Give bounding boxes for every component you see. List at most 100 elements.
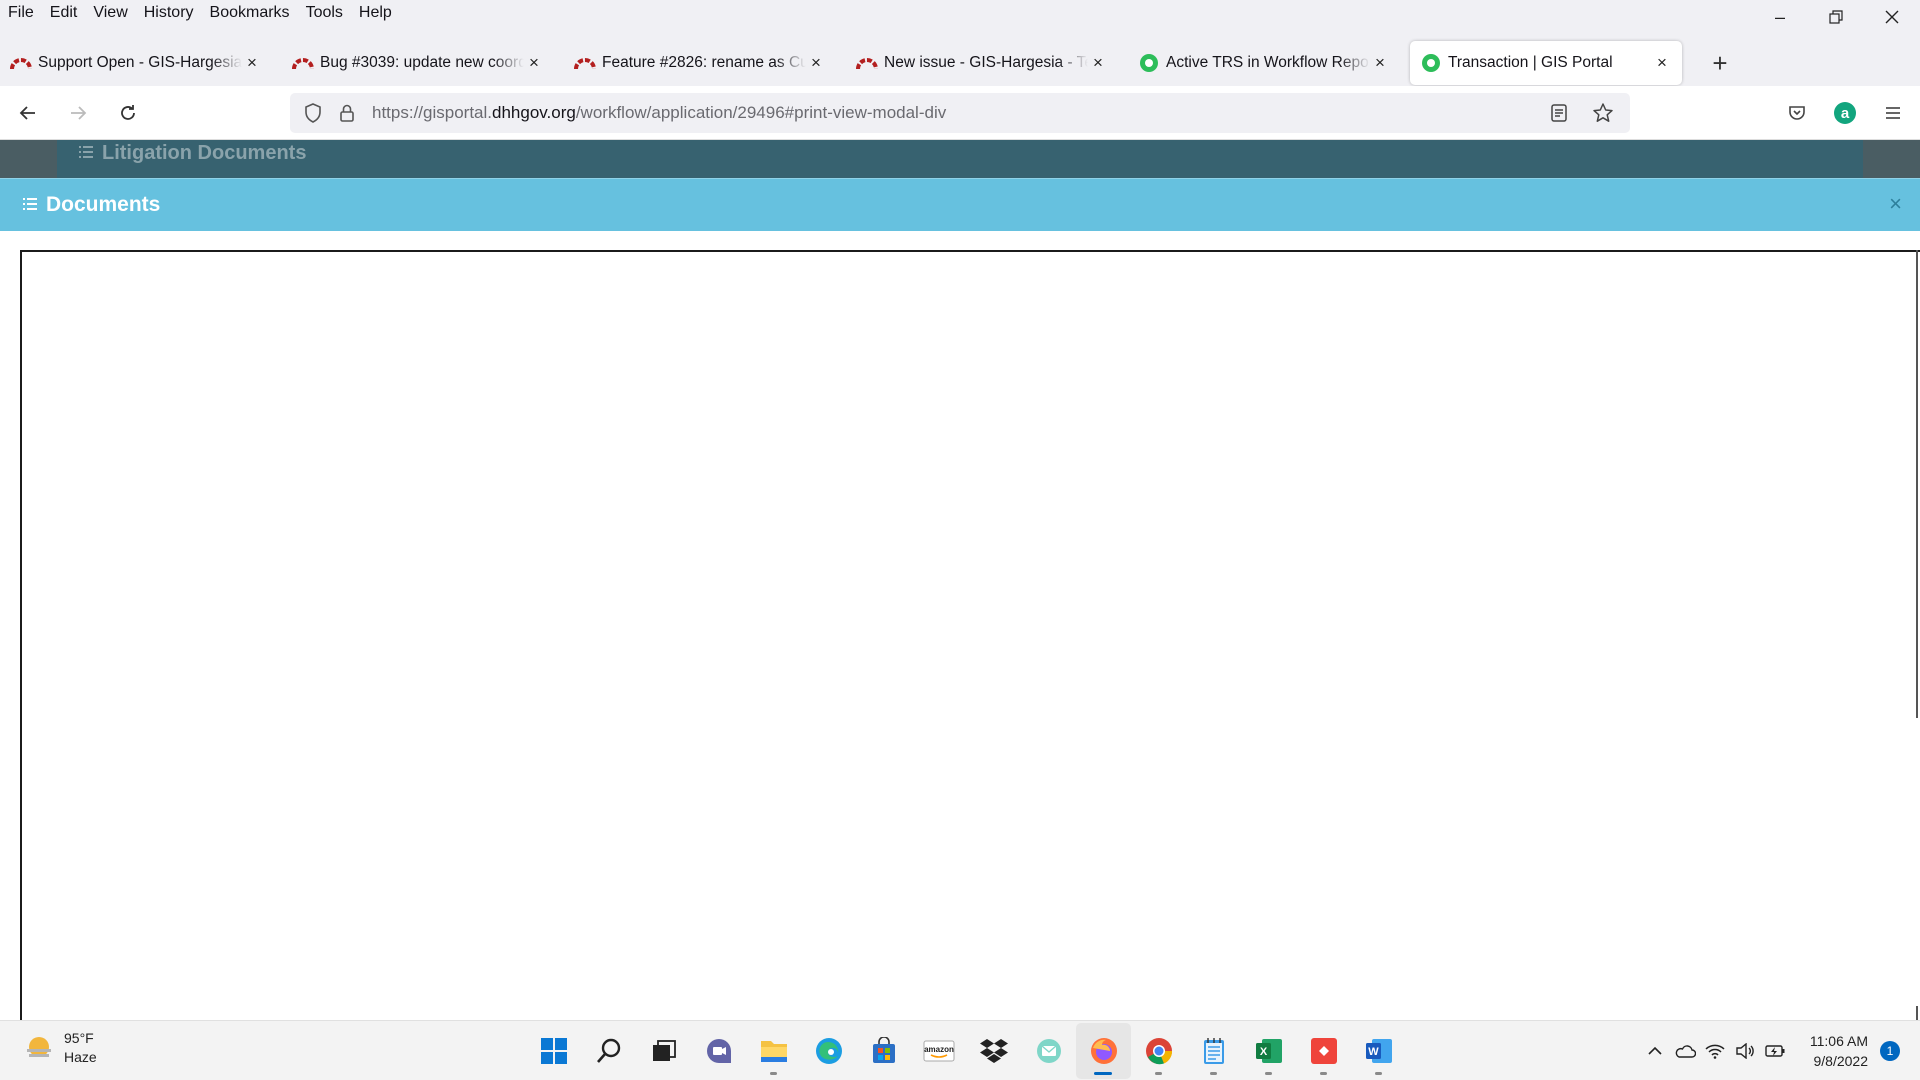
backdrop-gutter-left [0,140,57,178]
gis-portal-icon [1420,52,1442,74]
back-arrow-icon[interactable] [6,93,50,133]
haze-weather-icon [24,1033,54,1063]
scrollbar-track-lower[interactable] [1916,1006,1918,1020]
close-tab-icon[interactable]: × [242,53,262,73]
notepad-icon[interactable] [1186,1023,1241,1079]
volume-icon[interactable] [1730,1043,1760,1059]
list-icon [22,193,38,217]
battery-charging-icon[interactable] [1760,1044,1790,1058]
close-tab-icon[interactable]: × [806,53,826,73]
edge-browser-icon[interactable] [801,1023,856,1079]
task-view-icon[interactable] [636,1023,691,1079]
tab-strip: Support Open - GIS-Hargesia - Team × Bug… [0,40,1920,86]
page-content: Litigation Documents Documents × [0,140,1920,1020]
search-icon[interactable] [581,1023,636,1079]
window-controls: – [1752,0,1920,34]
close-modal-icon[interactable]: × [1889,191,1902,217]
tab-title: New issue - GIS-Hargesia - Team [884,54,1088,71]
lock-icon[interactable] [330,104,364,122]
litigation-documents-heading: Litigation Documents [78,142,306,165]
document-viewer-frame[interactable] [20,250,1920,1020]
tab-title: Feature #2826: rename as Custom [602,54,806,71]
redmine-icon [10,52,32,74]
redmine-icon [856,52,878,74]
weather-widget[interactable]: 95°F Haze [24,1029,97,1067]
menu-help[interactable]: Help [351,4,400,22]
scrollbar-track-upper[interactable] [1916,250,1918,718]
vertical-scrollbar[interactable] [1914,250,1918,1020]
hamburger-menu-icon[interactable] [1876,96,1910,130]
pocket-icon[interactable] [1780,96,1814,130]
onedrive-cloud-icon[interactable] [1670,1044,1700,1058]
forward-arrow-icon[interactable] [56,93,100,133]
documents-modal-body [0,231,1920,1020]
clock-time: 11:06 AM [1809,1033,1868,1049]
file-explorer-icon[interactable] [746,1023,801,1079]
close-tab-icon[interactable]: × [1652,53,1672,73]
word-icon[interactable]: W [1351,1023,1406,1079]
tab-title: Bug #3039: update new coordinates [320,54,524,71]
menu-file[interactable]: File [0,4,42,22]
backdrop-panel [57,140,1863,178]
minimize-icon[interactable]: – [1752,0,1808,34]
taskbar: 95°F Haze amazon X W 11:06 AM 9/8/2022 1 [0,1020,1920,1080]
redmine-icon [574,52,596,74]
backdrop-gutter-right [1863,140,1920,178]
svg-text:amazon: amazon [924,1045,954,1054]
amazon-icon[interactable]: amazon [911,1023,966,1079]
dropbox-icon[interactable] [966,1023,1021,1079]
notification-badge[interactable]: 1 [1880,1041,1900,1061]
url-domain: dhhgov.org [492,103,576,122]
restore-icon[interactable] [1808,0,1864,34]
tab-feature-2826[interactable]: Feature #2826: rename as Custom × [564,40,836,86]
modal-title: Documents [22,193,160,217]
anydesk-icon[interactable] [1296,1023,1351,1079]
menu-bookmarks[interactable]: Bookmarks [202,4,298,22]
close-tab-icon[interactable]: × [1370,53,1390,73]
account-avatar-icon[interactable]: a [1828,96,1862,130]
reader-view-icon[interactable] [1542,96,1576,130]
address-bar[interactable]: https://gisportal.dhhgov.org/workflow/ap… [290,93,1630,133]
tab-title: Transaction | GIS Portal [1448,54,1613,71]
url-text[interactable]: https://gisportal.dhhgov.org/workflow/ap… [372,103,946,123]
tab-title: Active TRS in Workflow Report [1166,54,1370,71]
documents-modal-header: Documents × [0,178,1920,231]
menu-edit[interactable]: Edit [42,4,86,22]
tab-new-issue[interactable]: New issue - GIS-Hargesia - Team × [846,40,1118,86]
tab-bug-3039[interactable]: Bug #3039: update new coordinates × [282,40,554,86]
shield-icon[interactable] [296,103,330,123]
list-icon [78,142,94,165]
tab-transaction[interactable]: Transaction | GIS Portal × [1410,41,1682,85]
teams-chat-icon[interactable] [691,1023,746,1079]
tab-support-open[interactable]: Support Open - GIS-Hargesia - Team × [0,40,272,86]
close-tab-icon[interactable]: × [1088,53,1108,73]
background-title: Litigation Documents [102,142,307,164]
menu-tools[interactable]: Tools [298,4,351,22]
url-path: /workflow/application/29496#print-view-m… [575,103,947,122]
tab-title: Support Open - GIS-Hargesia - Team [38,54,242,71]
weather-temperature: 95°F [64,1030,94,1046]
menu-view[interactable]: View [85,4,135,22]
menu-history[interactable]: History [136,4,202,22]
mail-app-icon[interactable] [1021,1023,1076,1079]
bookmark-star-icon[interactable] [1586,96,1620,130]
system-tray: 11:06 AM 9/8/2022 1 [1640,1021,1920,1080]
firefox-icon[interactable] [1076,1023,1131,1079]
clock-date: 9/8/2022 [1813,1053,1869,1069]
chrome-icon[interactable] [1131,1023,1186,1079]
chevron-up-icon[interactable] [1640,1046,1670,1056]
microsoft-store-icon[interactable] [856,1023,911,1079]
svg-text:W: W [1368,1046,1379,1058]
url-prefix: https://gisportal. [372,103,493,122]
close-window-icon[interactable] [1864,0,1920,34]
reload-icon[interactable] [106,93,150,133]
system-clock[interactable]: 11:06 AM 9/8/2022 [1810,1031,1868,1071]
tab-active-trs[interactable]: Active TRS in Workflow Report × [1128,40,1400,86]
new-tab-icon[interactable]: + [1702,45,1738,81]
gis-portal-icon [1138,52,1160,74]
start-button[interactable] [526,1023,581,1079]
excel-icon[interactable]: X [1241,1023,1296,1079]
navigation-bar: https://gisportal.dhhgov.org/workflow/ap… [0,86,1920,140]
close-tab-icon[interactable]: × [524,53,544,73]
wifi-icon[interactable] [1700,1043,1730,1059]
